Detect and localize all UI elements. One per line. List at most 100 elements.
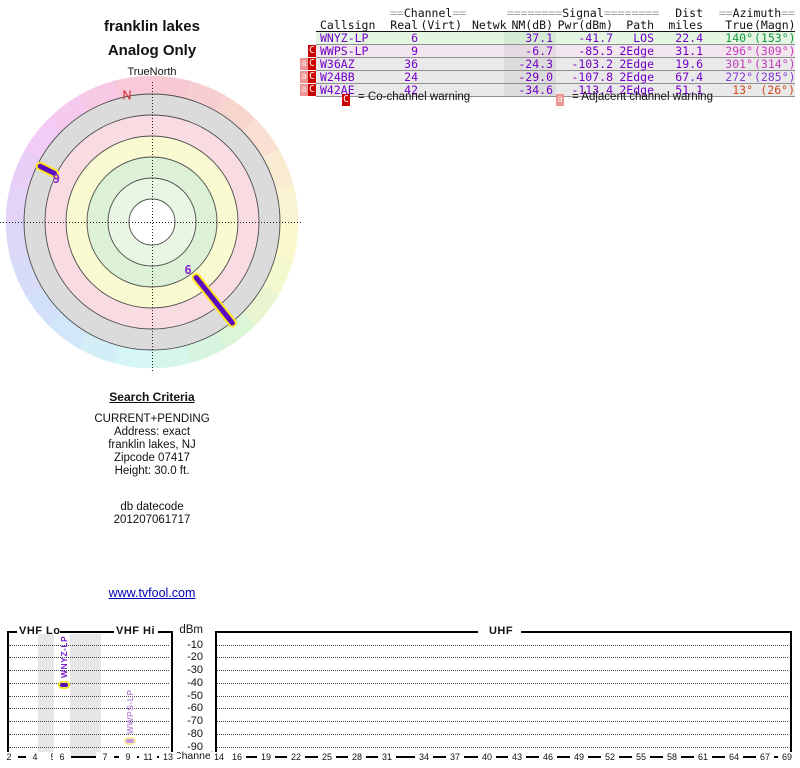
cell-path: LOS [633, 31, 654, 45]
frame-line [60, 631, 114, 633]
cell-nm-db: -24.3 [504, 58, 556, 70]
cell-nm-db: -29.0 [504, 71, 556, 83]
spectrum-gridline [9, 721, 169, 722]
cell-virt-channel [420, 45, 464, 57]
adjacent-warning-badge: a [300, 58, 308, 70]
cell-azimuth-true: 140° [725, 31, 753, 45]
vhf-lo-band-label: VHF Lo [19, 625, 61, 637]
dbm-tick-label: -50 [187, 689, 203, 702]
col-header-true: True [725, 18, 753, 32]
channel-tick-label: 34 [415, 752, 433, 762]
table-row: a C W36AZ 36 -24.3 -103.2 2Edge 19.6 301… [300, 57, 796, 71]
cell-pwr-dbm: -107.8 [571, 70, 613, 84]
db-datecode-label: db datecode [120, 501, 184, 513]
cell-path: 2Edge [619, 57, 654, 71]
cell-virt-channel [420, 71, 464, 83]
channel-tick-label: 22 [287, 752, 305, 762]
cell-real-channel: 24 [404, 70, 418, 84]
north-label: N [122, 88, 131, 102]
spectrum-gridline [217, 733, 788, 735]
signal-marker-label: WWPS-LP [125, 689, 135, 734]
search-criteria-city: franklin lakes, NJ [108, 439, 196, 451]
spectrum-gridline [217, 746, 788, 748]
spectrum-gridline [9, 733, 169, 735]
table-group-header-row: ==Channel== ========Signal======== Dist … [316, 7, 795, 19]
cell-virt-channel [420, 32, 464, 44]
dbm-tick-label: -20 [187, 651, 203, 664]
channel-tick-label: 4 [26, 752, 44, 762]
channel-tick-label: 37 [446, 752, 464, 762]
adjacent-warning-text: = Adjacent channel warning [572, 91, 713, 103]
col-header-pwr: Pwr(dBm) [557, 18, 613, 32]
col-header-real: Real [390, 18, 418, 32]
spectrum-gridline [9, 708, 169, 710]
cell-pwr-dbm: -85.5 [578, 44, 613, 58]
uhf-band-label: UHF [488, 625, 514, 637]
cell-callsign: WWPS-LP [320, 44, 369, 58]
spectrum-gridline [217, 682, 788, 684]
spectrum-gridline [9, 644, 169, 646]
channel-tick-label: 55 [632, 752, 650, 762]
frame-line [7, 631, 17, 633]
spectrum-gridline [9, 695, 169, 697]
search-criteria-height: Height: 30.0 ft. [114, 465, 190, 477]
tvfool-link[interactable]: www.tvfool.com [109, 586, 196, 600]
channel-tick-label: 25 [318, 752, 336, 762]
channel-tick-label: 14 [210, 752, 228, 762]
dbm-tick-label: -10 [187, 638, 203, 651]
adjacent-warning-badge: a [300, 84, 308, 96]
signal-marker [58, 680, 70, 689]
channel-tick-label: 16 [228, 752, 246, 762]
channel-tick-label: 40 [478, 752, 496, 762]
channel-tick-label: 11 [139, 752, 157, 762]
co-channel-warning-badge: C [308, 71, 316, 83]
co-channel-warning-badge: C [308, 45, 316, 57]
cell-nm-db: -6.7 [504, 45, 556, 57]
cell-real-channel: 9 [411, 44, 418, 58]
channel-tick-label: 43 [508, 752, 526, 762]
cell-dist-miles: 19.6 [675, 57, 703, 71]
dbm-tick-label: -80 [187, 727, 203, 740]
spectrum-gridline [9, 670, 169, 671]
frame-line [215, 631, 478, 633]
cell-azimuth-magn: (285°) [754, 70, 796, 84]
channel-tick-label: 61 [694, 752, 712, 762]
col-header-magn: (Magn) [754, 18, 796, 32]
channel-tick-label: 13 [159, 752, 177, 762]
cell-netwk [464, 45, 504, 57]
channel-tick-label: 2 [0, 752, 18, 762]
cell-path: 2Edge [619, 44, 654, 58]
dbm-tick-label: -70 [187, 715, 203, 727]
col-header-callsign: Callsign [320, 18, 376, 32]
col-header-nm: NM(dB) [511, 18, 553, 32]
adjacent-warning-symbol: a [556, 94, 564, 106]
vhf-hi-band-label: VHF Hi [116, 625, 156, 637]
y-axis-label: dBm [179, 624, 203, 636]
cell-netwk [464, 32, 504, 44]
page-subtitle: Analog Only [107, 42, 197, 59]
search-criteria-heading: Search Criteria [109, 390, 195, 404]
frame-line [158, 631, 173, 633]
cell-azimuth-magn: (309°) [754, 44, 796, 58]
co-channel-warning-symbol: C [342, 94, 350, 106]
cell-real-channel: 6 [411, 31, 418, 45]
spectrum-gridline [9, 746, 169, 748]
cell-dist-miles: 67.4 [675, 70, 703, 84]
spectrum-gridline [217, 644, 788, 646]
channel-tick-label: 19 [257, 752, 275, 762]
dbm-tick-label: -40 [187, 676, 203, 689]
cell-callsign: W24BB [320, 70, 355, 84]
channel-tick-label: 7 [96, 752, 114, 762]
channel-number-label: 6 [184, 263, 191, 277]
site-link-wrap: www.tvfool.com [0, 586, 304, 600]
col-header-miles: miles [668, 18, 703, 32]
cell-nm-db: -34.6 [504, 84, 556, 96]
table-row: a C W24BB 24 -29.0 -107.8 2Edge 67.4 272… [300, 70, 796, 84]
radar-plot: 6 9 N [0, 75, 303, 373]
cell-azimuth-true: 301° [725, 57, 753, 71]
search-criteria-zipcode: Zipcode 07417 [113, 452, 191, 464]
spectrum-gridline [217, 657, 788, 659]
channel-number-label: 9 [53, 172, 60, 186]
channel-tick-label: 6 [53, 752, 71, 762]
cell-dist-miles: 31.1 [675, 44, 703, 58]
